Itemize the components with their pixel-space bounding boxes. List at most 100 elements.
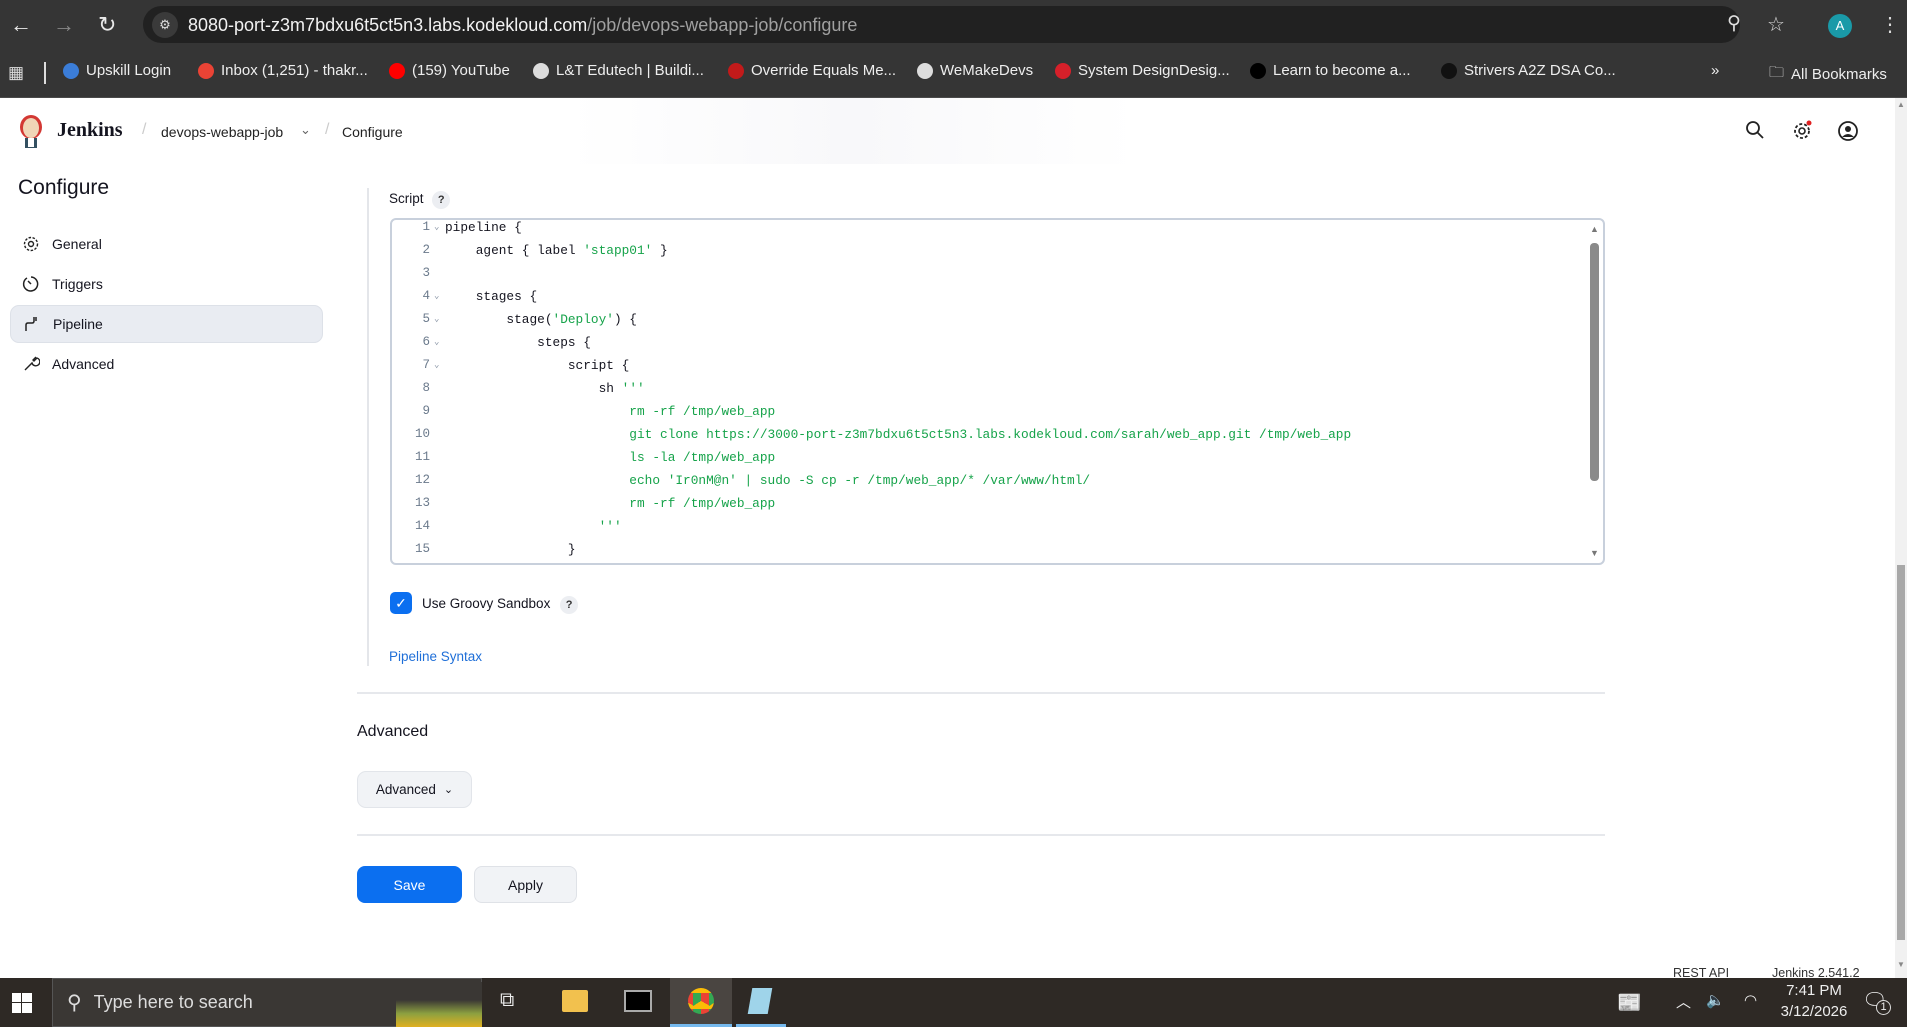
fold-chevron-icon[interactable]: ⌄: [434, 331, 439, 354]
bookmark-item[interactable]: System DesignDesig...: [1055, 62, 1230, 79]
scroll-down-icon[interactable]: ▼: [1897, 960, 1905, 969]
code-line[interactable]: 4 ⌄ stages {: [392, 285, 1572, 308]
bookmark-item[interactable]: Strivers A2Z DSA Co...: [1441, 62, 1616, 79]
bookmark-item[interactable]: (159) YouTube: [389, 62, 510, 79]
forward-icon[interactable]: →: [53, 12, 75, 38]
apps-grid-icon[interactable]: ▦: [8, 63, 24, 83]
volume-icon[interactable]: 🔈: [1706, 991, 1725, 1009]
task-view-icon[interactable]: ⧉: [500, 989, 514, 1012]
fold-chevron-icon[interactable]: ⌄: [434, 354, 439, 377]
editor-scrollbar[interactable]: ▲ ▼: [1588, 224, 1602, 560]
fold-chevron-icon[interactable]: ⌄: [434, 285, 439, 308]
line-number: 14: [414, 519, 430, 533]
jenkins-brand[interactable]: Jenkins: [57, 119, 123, 142]
breadcrumb-separator: /: [325, 121, 330, 138]
windows-start-icon[interactable]: [12, 993, 32, 1018]
breadcrumb-job[interactable]: devops-webapp-job: [161, 124, 283, 140]
all-bookmarks[interactable]: 🗀 All Bookmarks: [1769, 62, 1887, 87]
sidebar-item-triggers[interactable]: Triggers: [10, 265, 323, 303]
code-line[interactable]: 14 ''': [392, 515, 1572, 538]
chrome-taskbar-button[interactable]: [670, 978, 732, 1027]
search-icon[interactable]: [1745, 120, 1765, 145]
bookmark-label: System DesignDesig...: [1078, 62, 1230, 79]
chevron-down-icon[interactable]: ⌄: [300, 122, 311, 138]
code-string: echo 'Ir0nM@n' | sudo -S cp -r /tmp/web_…: [445, 473, 1091, 488]
bookmark-item[interactable]: L&T Edutech | Buildi...: [533, 62, 704, 79]
groovy-sandbox-checkbox[interactable]: ✓: [390, 592, 412, 614]
advanced-dropdown-button[interactable]: Advanced ⌄: [357, 771, 472, 808]
wifi-icon[interactable]: ◠: [1744, 991, 1757, 1009]
script-editor[interactable]: 1 ⌄ pipeline {2 agent { label 'stapp01' } 3…: [390, 218, 1605, 565]
clock[interactable]: 7:41 PM 3/12/2026: [1779, 982, 1849, 1020]
help-icon[interactable]: ?: [560, 596, 579, 614]
clock-time: 7:41 PM: [1786, 982, 1842, 999]
show-hidden-icons-icon[interactable]: ︿: [1676, 991, 1691, 1012]
bookmark-label: Strivers A2Z DSA Co...: [1464, 62, 1616, 79]
news-icon[interactable]: 📰: [1617, 990, 1642, 1015]
bookmark-favicon-icon: [389, 62, 405, 79]
code-line[interactable]: 7 ⌄ script {: [392, 354, 1572, 377]
reload-icon[interactable]: ↻: [98, 12, 116, 38]
pipeline-syntax-link[interactable]: Pipeline Syntax: [389, 649, 482, 664]
bookmark-favicon-icon: [728, 62, 744, 79]
site-info-icon[interactable]: ⚙: [152, 12, 178, 38]
code-line[interactable]: 11 ls -la /tmp/web_app: [392, 446, 1572, 469]
help-icon[interactable]: ?: [432, 191, 451, 209]
bookmark-item[interactable]: Upskill Login: [63, 62, 171, 79]
bookmark-item[interactable]: WeMakeDevs: [917, 62, 1033, 79]
code-line[interactable]: 10 git clone https://3000-port-z3m7bdxu6…: [392, 423, 1572, 446]
bookmark-divider: [44, 62, 46, 84]
code-line[interactable]: 13 rm -rf /tmp/web_app: [392, 492, 1572, 515]
url-text[interactable]: 8080-port-z3m7bdxu6t5ct5n3.labs.kodeklou…: [188, 15, 857, 36]
code-line[interactable]: 1 ⌄ pipeline {: [392, 220, 1572, 239]
code-line[interactable]: 6 ⌄ steps {: [392, 331, 1572, 354]
fold-chevron-icon[interactable]: ⌄: [434, 220, 439, 239]
user-account-icon[interactable]: [1837, 120, 1859, 147]
scroll-down-icon[interactable]: ▼: [1590, 548, 1599, 558]
zoom-icon[interactable]: ⚲: [1727, 12, 1741, 35]
bookmark-item[interactable]: Inbox (1,251) - thakr...: [198, 62, 368, 79]
sidebar-item-pipeline[interactable]: Pipeline: [10, 305, 323, 343]
code-line[interactable]: 9 rm -rf /tmp/web_app: [392, 400, 1572, 423]
editor-scrollbar-thumb[interactable]: [1590, 243, 1599, 481]
code-line[interactable]: 12 echo 'Ir0nM@n' | sudo -S cp -r /tmp/w…: [392, 469, 1572, 492]
file-explorer-icon[interactable]: [562, 990, 588, 1012]
bookmark-item[interactable]: Override Equals Me...: [728, 62, 896, 79]
bookmark-star-icon[interactable]: ☆: [1767, 12, 1785, 37]
jenkins-logo-icon[interactable]: [16, 113, 46, 149]
sidebar-item-label: Triggers: [52, 276, 103, 292]
bookmark-label: Override Equals Me...: [751, 62, 897, 79]
code-token: script {: [445, 358, 630, 373]
notifications-icon[interactable]: 🗨 1: [1862, 988, 1891, 1015]
notepad-taskbar-button[interactable]: [736, 978, 786, 1027]
fold-chevron-icon[interactable]: ⌄: [434, 308, 439, 331]
code-line[interactable]: 3: [392, 262, 1572, 285]
terminal-icon[interactable]: [624, 990, 652, 1012]
sidebar-item-label: General: [52, 236, 102, 252]
apply-button[interactable]: Apply: [474, 866, 577, 903]
page-scrollbar-thumb[interactable]: [1897, 565, 1905, 940]
menu-icon[interactable]: ⋮: [1880, 12, 1900, 37]
code-text: rm -rf /tmp/web_app: [445, 492, 775, 515]
chevron-down-icon: ⌄: [443, 784, 454, 796]
bookmark-item[interactable]: Learn to become a...: [1250, 62, 1411, 79]
gear-icon: [23, 236, 39, 252]
code-line[interactable]: 5 ⌄ stage('Deploy') {: [392, 308, 1572, 331]
settings-gear-icon[interactable]: [1791, 120, 1813, 147]
sidebar-item-general[interactable]: General: [10, 225, 323, 263]
code-line[interactable]: 8 sh ''': [392, 377, 1572, 400]
save-button[interactable]: Save: [357, 866, 462, 903]
code-string: 'Deploy': [552, 312, 614, 327]
page-scrollbar[interactable]: ▲ ▼: [1895, 98, 1907, 978]
scroll-up-icon[interactable]: ▲: [1897, 100, 1905, 109]
url-host: 8080-port-z3m7bdxu6t5ct5n3.labs.kodeklou…: [188, 15, 588, 35]
profile-avatar[interactable]: A: [1828, 14, 1852, 38]
more-bookmarks-button[interactable]: »: [1711, 62, 1719, 79]
scroll-up-icon[interactable]: ▲: [1590, 224, 1599, 234]
code-line[interactable]: 2 agent { label 'stapp01' }: [392, 239, 1572, 262]
back-icon[interactable]: ←: [10, 12, 32, 38]
code-line[interactable]: 15 }: [392, 538, 1572, 561]
sidebar-item-advanced[interactable]: Advanced: [10, 345, 323, 383]
code-text: agent { label 'stapp01' }: [445, 239, 668, 262]
breadcrumb-configure[interactable]: Configure: [342, 124, 403, 140]
